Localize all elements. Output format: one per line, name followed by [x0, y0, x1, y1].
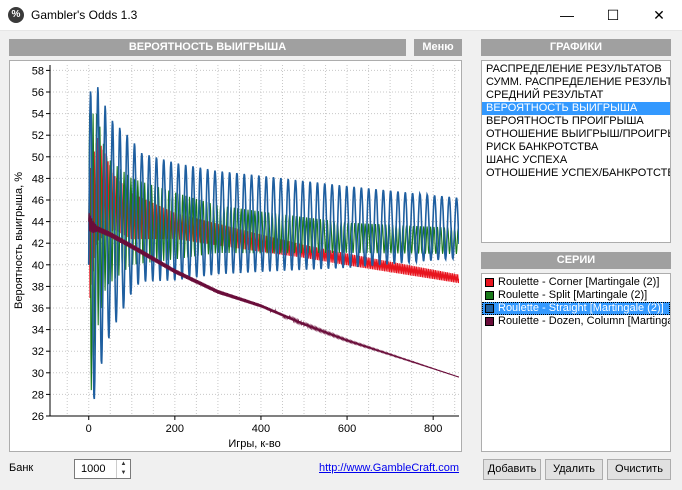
chart-header: ВЕРОЯТНОСТЬ ВЫИГРЫША: [9, 39, 406, 56]
series-label: Roulette - Dozen, Column [Martingale (2)…: [498, 315, 670, 327]
graph-list-item[interactable]: ШАНС УСПЕХА: [482, 154, 670, 167]
chart-series: [87, 87, 459, 400]
x-axis-title: Игры, к-во: [228, 438, 280, 450]
graph-list-item[interactable]: ОТНОШЕНИЕ УСПЕХ/БАНКРОТСТВО: [482, 167, 670, 180]
y-tick-label: 56: [32, 87, 44, 99]
series-header: СЕРИИ: [481, 252, 671, 269]
website-link[interactable]: http://www.GambleCraft.com: [319, 462, 459, 474]
bank-value[interactable]: 1000: [81, 463, 105, 475]
menu-button[interactable]: Меню: [414, 39, 462, 56]
graphs-header: ГРАФИКИ: [481, 39, 671, 56]
maximize-icon[interactable]: ☐: [590, 0, 636, 31]
delete-button[interactable]: Удалить: [545, 459, 603, 480]
series-list-item[interactable]: Roulette - Straight [Martingale (2)]: [482, 302, 670, 315]
series-label: Roulette - Straight [Martingale (2)]: [498, 302, 664, 314]
clear-button[interactable]: Очистить: [607, 459, 671, 480]
series-color-swatch: [485, 317, 494, 326]
chart-axes: 26 28 30 32 34 36 38 40 42 44 46 48 50 52 54 56 58 0 200 40…: [13, 65, 459, 450]
y-tick-label: 38: [32, 281, 44, 293]
graph-list-item[interactable]: РИСК БАНКРОТСТВА: [482, 141, 670, 154]
x-tick-label: 600: [338, 423, 356, 435]
x-tick-label: 800: [424, 423, 442, 435]
x-tick-label: 0: [86, 423, 92, 435]
y-tick-label: 46: [32, 195, 44, 207]
graph-list-item[interactable]: ВЕРОЯТНОСТЬ ПРОИГРЫША: [482, 115, 670, 128]
y-tick-label: 30: [32, 368, 44, 380]
y-tick-label: 54: [32, 109, 44, 121]
close-icon[interactable]: ✕: [636, 0, 682, 31]
y-tick-label: 44: [32, 217, 44, 229]
spin-down-icon[interactable]: ▼: [116, 469, 130, 478]
bank-label: Банк: [9, 462, 34, 474]
graph-list-item[interactable]: ОТНОШЕНИЕ ВЫИГРЫШ/ПРОИГРЫШ: [482, 128, 670, 141]
graph-list-item[interactable]: СУММ. РАСПРЕДЕЛЕНИЕ РЕЗУЛЬТАТОВ: [482, 76, 670, 89]
graphs-list[interactable]: РАСПРЕДЕЛЕНИЕ РЕЗУЛЬТАТОВ СУММ. РАСПРЕДЕЛ…: [481, 60, 671, 243]
title-bar: % Gambler's Odds 1.3 — ☐ ✕: [0, 0, 682, 31]
app-percent-icon: %: [8, 7, 24, 23]
series-label: Roulette - Split [Martingale (2)]: [498, 289, 648, 301]
y-tick-label: 52: [32, 130, 44, 142]
minimize-icon[interactable]: —: [544, 0, 590, 31]
line-chart: 26 28 30 32 34 36 38 40 42 44 46 48 50 52 54 56 58 0 200 40…: [13, 65, 459, 450]
graph-list-item[interactable]: РАСПРЕДЕЛЕНИЕ РЕЗУЛЬТАТОВ: [482, 63, 670, 76]
graph-list-item[interactable]: СРЕДНИЙ РЕЗУЛЬТАТ: [482, 89, 670, 102]
series-list-item[interactable]: Roulette - Corner [Martingale (2)]: [482, 276, 670, 289]
series-color-swatch: [485, 278, 494, 287]
series-list[interactable]: Roulette - Corner [Martingale (2)] Roulet…: [481, 273, 671, 452]
series-list-item[interactable]: Roulette - Dozen, Column [Martingale (2)…: [482, 315, 670, 328]
y-tick-label: 42: [32, 238, 44, 250]
y-tick-label: 48: [32, 173, 44, 185]
series-color-swatch: [485, 291, 494, 300]
y-tick-label: 58: [32, 65, 44, 77]
x-tick-label: 200: [166, 423, 184, 435]
y-tick-label: 32: [32, 346, 44, 358]
y-tick-label: 26: [32, 411, 44, 423]
y-tick-label: 28: [32, 389, 44, 401]
y-tick-label: 34: [32, 325, 44, 337]
series-list-item[interactable]: Roulette - Split [Martingale (2)]: [482, 289, 670, 302]
series-label: Roulette - Corner [Martingale (2)]: [498, 276, 660, 288]
add-button[interactable]: Добавить: [483, 459, 541, 480]
chart-area: 26 28 30 32 34 36 38 40 42 44 46 48 50 52 54 56 58 0 200 40…: [9, 60, 462, 452]
window-title: Gambler's Odds 1.3: [31, 8, 138, 22]
series-color-swatch: [485, 304, 494, 313]
bank-input[interactable]: 1000 ▲ ▼: [74, 459, 131, 479]
y-tick-label: 50: [32, 152, 44, 164]
y-tick-label: 40: [32, 260, 44, 272]
x-tick-label: 400: [252, 423, 270, 435]
spin-up-icon[interactable]: ▲: [116, 460, 130, 469]
graph-list-item[interactable]: ВЕРОЯТНОСТЬ ВЫИГРЫША: [482, 102, 670, 115]
y-tick-label: 36: [32, 303, 44, 315]
y-axis-title: Вероятность выигрыша, %: [13, 172, 25, 309]
